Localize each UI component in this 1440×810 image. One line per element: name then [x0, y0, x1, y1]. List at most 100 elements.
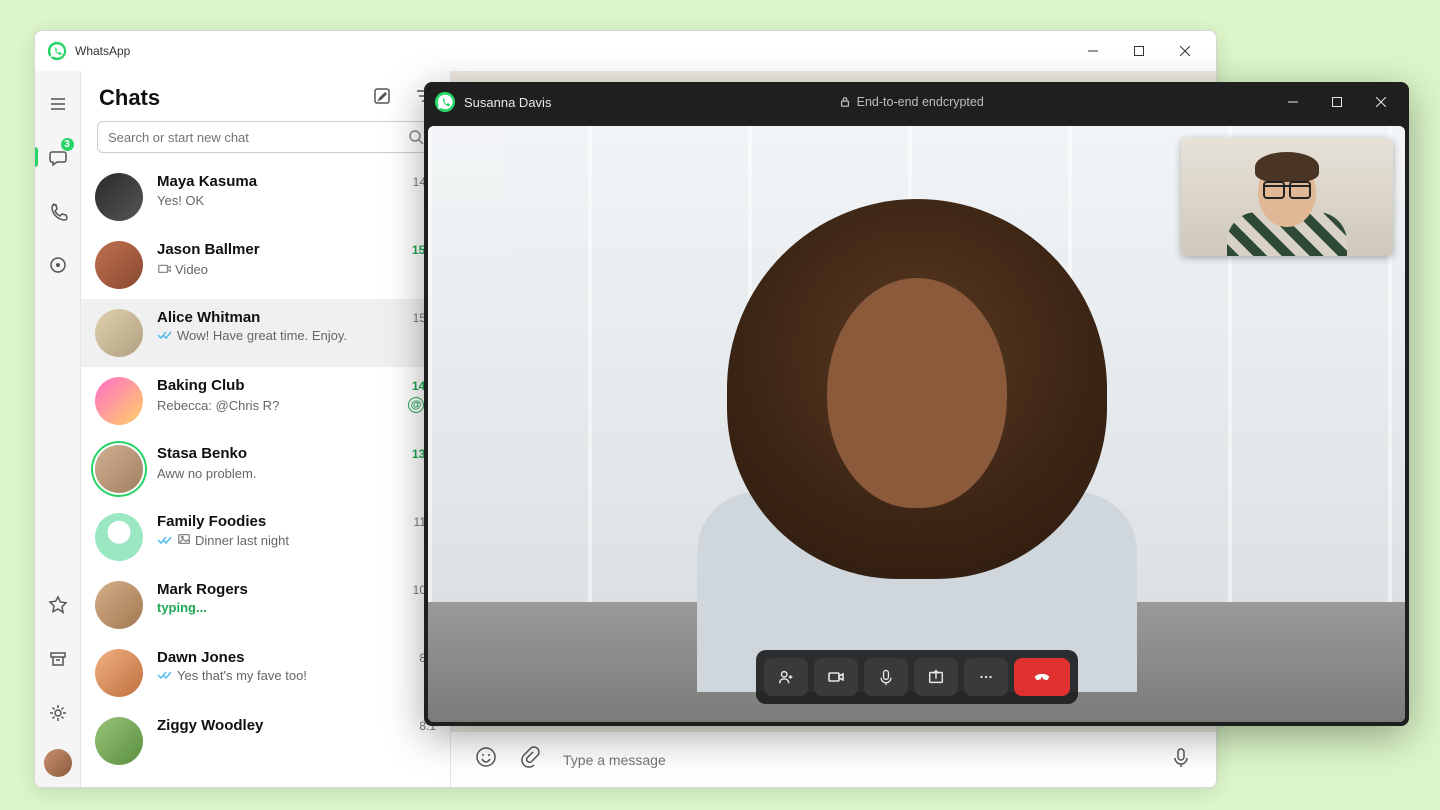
rail-settings[interactable]: [35, 695, 81, 731]
chat-item[interactable]: Maya Kasuma14:5Yes! OK: [81, 163, 450, 231]
call-video-area: [428, 126, 1405, 722]
chat-avatar: [95, 241, 143, 289]
chat-preview: Yes! OK: [157, 193, 204, 208]
call-controls: [756, 650, 1078, 704]
self-video-pip[interactable]: [1181, 138, 1393, 256]
encryption-text: End-to-end endcrypted: [857, 95, 984, 109]
chat-item[interactable]: Jason Ballmer15:2 Video: [81, 231, 450, 299]
chats-list: Maya Kasuma14:5Yes! OKJason Ballmer15:2 …: [81, 163, 450, 787]
call-close-button[interactable]: [1359, 87, 1403, 117]
chat-preview: Aww no problem.: [157, 466, 256, 481]
more-options-button[interactable]: [964, 658, 1008, 696]
video-icon: [827, 668, 845, 686]
status-icon: [48, 255, 68, 275]
chatlist-panel: Chats Maya Kasuma14:5Yes! OKJason Ballme…: [81, 71, 451, 787]
maximize-icon: [1134, 46, 1144, 56]
read-ticks-icon: [157, 668, 173, 683]
gear-icon: [48, 703, 68, 723]
maximize-icon: [1332, 97, 1342, 107]
add-user-icon: [777, 668, 795, 686]
attach-icon: [519, 746, 541, 768]
close-icon: [1180, 46, 1190, 56]
star-icon: [48, 595, 68, 615]
rail-menu[interactable]: [35, 85, 81, 121]
chat-name: Alice Whitman: [157, 309, 260, 326]
lock-icon: [839, 96, 851, 108]
mic-icon: [1170, 746, 1192, 768]
chat-name: Dawn Jones: [157, 649, 245, 666]
rail-starred[interactable]: [35, 587, 81, 623]
call-minimize-button[interactable]: [1271, 87, 1315, 117]
chat-avatar: [95, 581, 143, 629]
mic-icon: [877, 668, 895, 686]
menu-icon: [48, 93, 68, 113]
chatlist-header: Chats: [81, 71, 450, 121]
close-icon: [1376, 97, 1386, 107]
left-rail: 3: [35, 71, 81, 787]
maximize-button[interactable]: [1116, 35, 1162, 67]
attach-button[interactable]: [519, 746, 541, 773]
chat-name: Maya Kasuma: [157, 173, 257, 190]
search-input[interactable]: [108, 130, 409, 145]
search-box[interactable]: [97, 121, 434, 153]
chat-avatar: [95, 649, 143, 697]
rail-chats[interactable]: 3: [35, 139, 81, 175]
chat-item[interactable]: Dawn Jones8:3 Yes that's my fave too!: [81, 639, 450, 707]
app-name: WhatsApp: [75, 44, 130, 58]
chat-avatar: [95, 445, 143, 493]
share-screen-button[interactable]: [914, 658, 958, 696]
remote-video-feed: [657, 132, 1177, 692]
encryption-label: End-to-end endcrypted: [551, 95, 1271, 109]
minimize-icon: [1088, 46, 1098, 56]
rail-archive[interactable]: [35, 641, 81, 677]
voice-message-button[interactable]: [1170, 746, 1192, 773]
chat-avatar: [95, 717, 143, 765]
chat-preview: Video: [175, 262, 208, 277]
search-icon: [409, 130, 423, 144]
chat-item[interactable]: Family Foodies11:2 Dinner last night: [81, 503, 450, 571]
call-window: Susanna Davis End-to-end endcrypted: [424, 82, 1409, 726]
chatlist-title: Chats: [99, 85, 160, 111]
chat-item[interactable]: Baking Club14:4Rebecca: @Chris R?@: [81, 367, 450, 435]
rail-calls[interactable]: [35, 193, 81, 229]
read-ticks-icon: [157, 328, 173, 343]
rail-profile-avatar[interactable]: [44, 749, 72, 777]
window-controls: [1070, 35, 1208, 67]
chat-preview: Rebecca: @Chris R?: [157, 398, 279, 413]
new-chat-button[interactable]: [372, 86, 392, 111]
search-wrap: [81, 121, 450, 163]
chat-name: Mark Rogers: [157, 581, 248, 598]
chat-item[interactable]: Alice Whitman15:1 Wow! Have great time. …: [81, 299, 450, 367]
chat-name: Ziggy Woodley: [157, 717, 263, 734]
minimize-icon: [1288, 97, 1298, 107]
compose-icon: [372, 86, 392, 106]
chat-preview: Yes that's my fave too!: [177, 668, 307, 683]
call-maximize-button[interactable]: [1315, 87, 1359, 117]
whatsapp-logo-icon: [434, 91, 456, 113]
mention-badge: @: [408, 397, 424, 413]
rail-status[interactable]: [35, 247, 81, 283]
toggle-video-button[interactable]: [814, 658, 858, 696]
phone-icon: [48, 201, 68, 221]
chat-item[interactable]: Stasa Benko13:5Aww no problem.: [81, 435, 450, 503]
add-participant-button[interactable]: [764, 658, 808, 696]
whatsapp-logo-icon: [47, 41, 67, 61]
chat-avatar: [95, 309, 143, 357]
chat-preview: Dinner last night: [195, 533, 289, 548]
chat-item[interactable]: Ziggy Woodley8:1: [81, 707, 450, 775]
chat-name: Stasa Benko: [157, 445, 247, 462]
chat-preview: Wow! Have great time. Enjoy.: [177, 328, 347, 343]
minimize-button[interactable]: [1070, 35, 1116, 67]
message-input[interactable]: [563, 752, 1148, 768]
chats-badge: 3: [60, 137, 75, 152]
chat-name: Baking Club: [157, 377, 245, 394]
call-titlebar: Susanna Davis End-to-end endcrypted: [424, 82, 1409, 122]
close-button[interactable]: [1162, 35, 1208, 67]
toggle-mic-button[interactable]: [864, 658, 908, 696]
chat-item[interactable]: Mark Rogers10:5typing...: [81, 571, 450, 639]
emoji-button[interactable]: [475, 746, 497, 773]
image-icon: [177, 532, 191, 549]
titlebar: WhatsApp: [35, 31, 1216, 71]
call-peer-name: Susanna Davis: [464, 95, 551, 110]
hang-up-button[interactable]: [1014, 658, 1070, 696]
